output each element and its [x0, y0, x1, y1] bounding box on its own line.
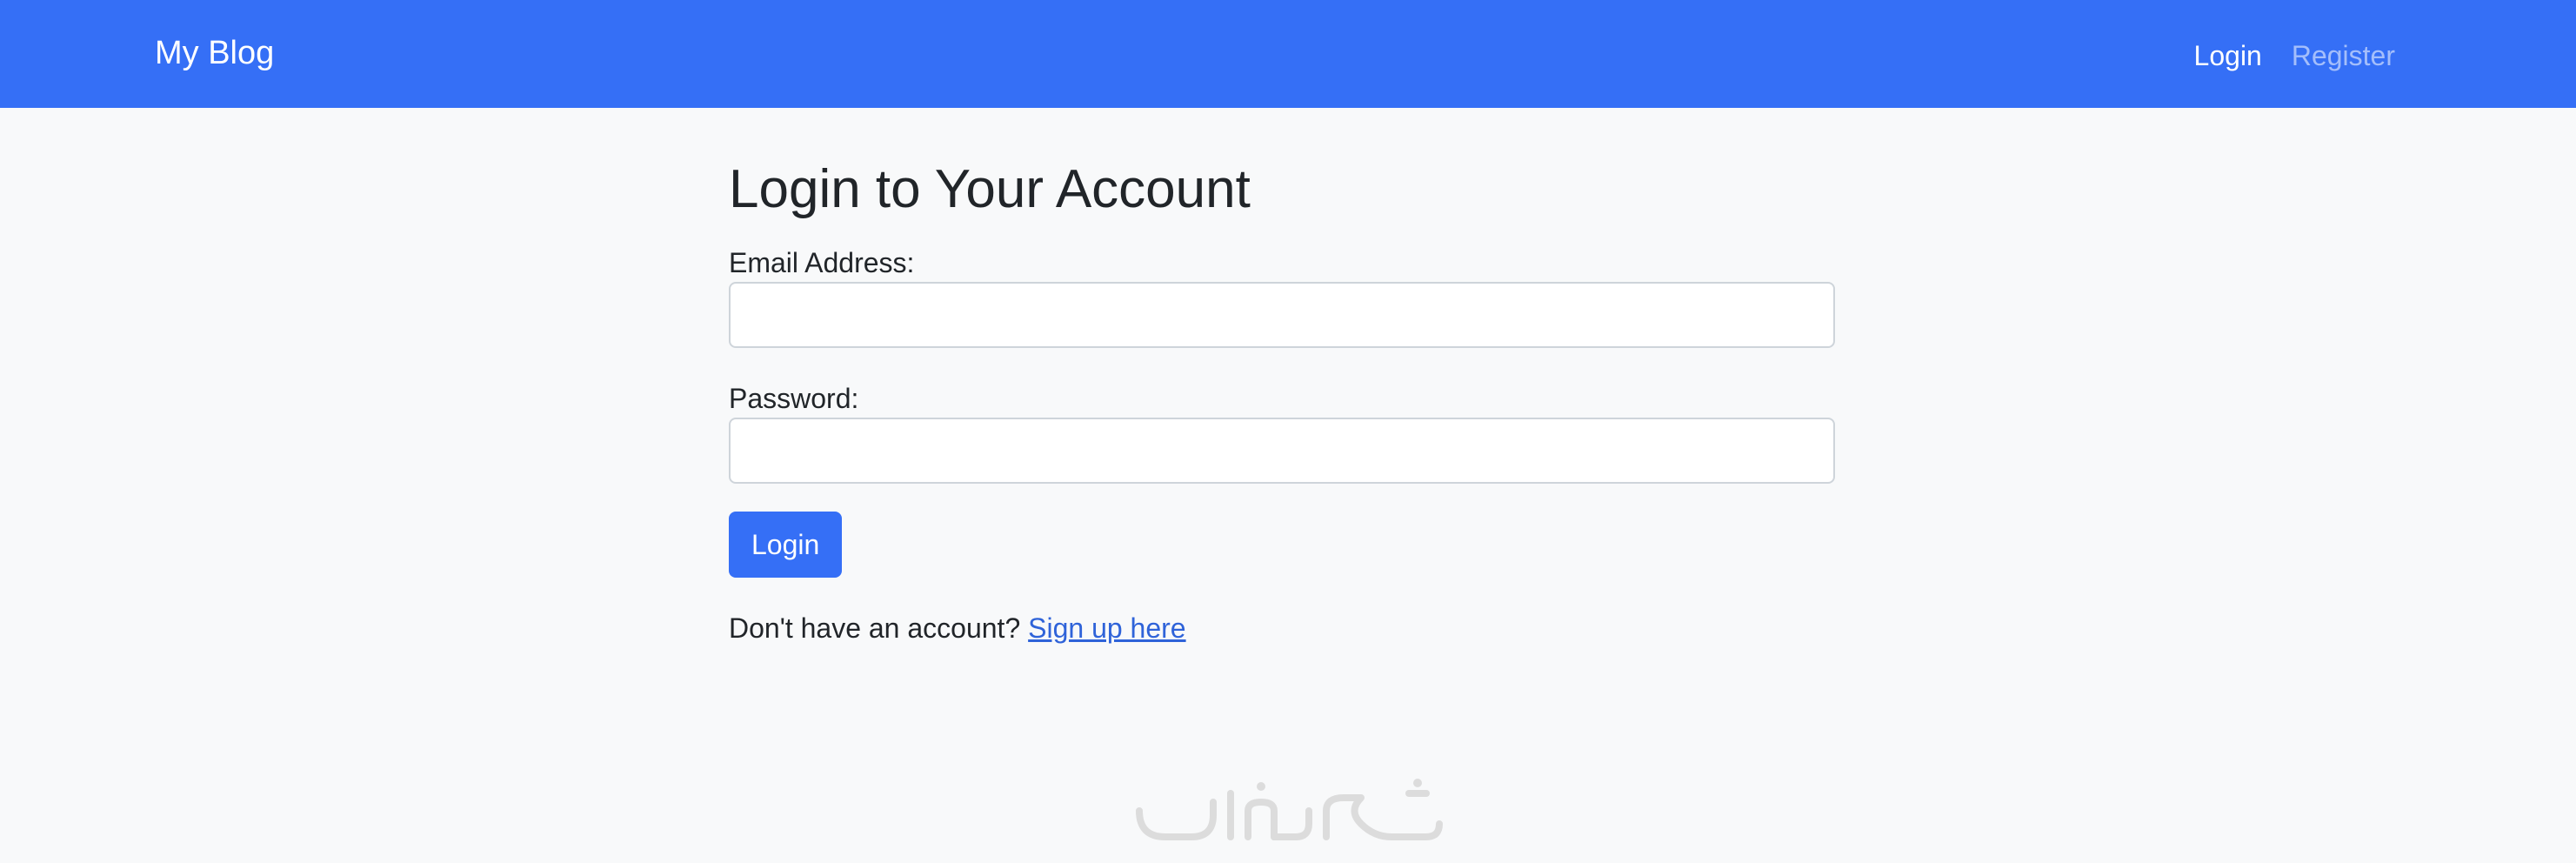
nav-login-link[interactable]: Login — [2194, 42, 2262, 70]
signup-prompt-line: Don't have an account? Sign up here — [729, 612, 1186, 645]
nav-links: Login Register — [2194, 42, 2395, 70]
login-button[interactable]: Login — [729, 512, 843, 578]
email-label: Email Address: — [729, 247, 915, 278]
top-navbar: My Blog Login Register — [0, 0, 2576, 108]
watermark-logo — [1136, 779, 1443, 840]
signup-prompt-text: Don't have an account? — [729, 612, 1021, 644]
page-title: Login to Your Account — [729, 159, 1251, 219]
signup-link[interactable]: Sign up here — [1028, 612, 1185, 644]
password-label: Password: — [729, 383, 859, 414]
brand-link[interactable]: My Blog — [155, 37, 274, 70]
email-field[interactable] — [729, 282, 1835, 348]
password-field[interactable] — [729, 418, 1835, 484]
nav-register-link[interactable]: Register — [2292, 42, 2395, 70]
